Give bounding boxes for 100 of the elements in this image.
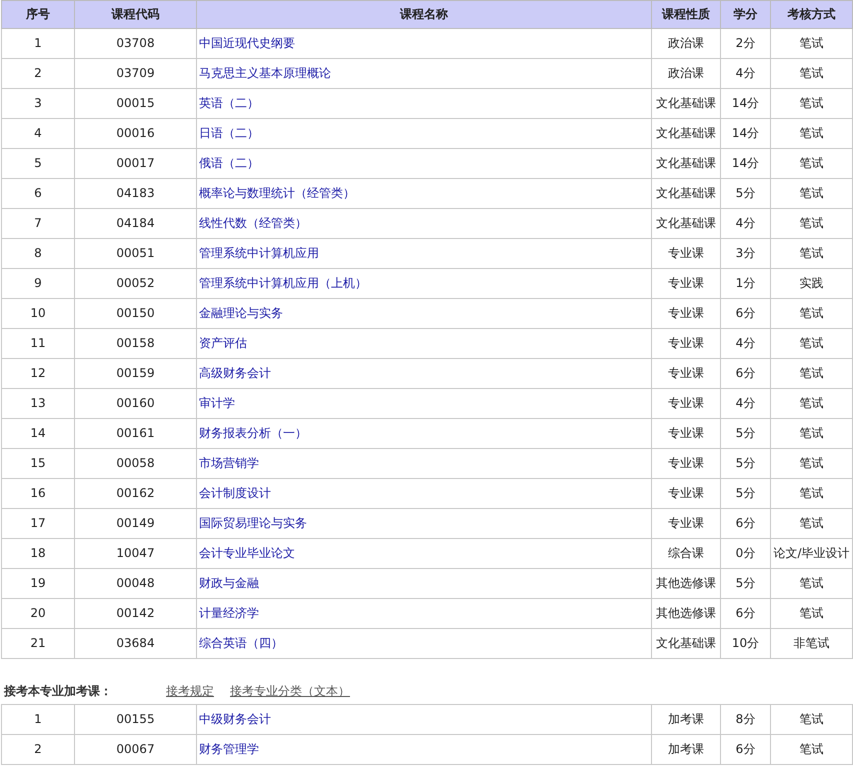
table-cell: 其他选修课	[652, 568, 720, 598]
table-cell: 14	[2, 418, 74, 448]
table-cell: 10	[2, 298, 74, 328]
table-cell: 20	[2, 598, 74, 628]
course-link[interactable]: 国际贸易理论与实务	[199, 516, 307, 530]
table-cell: 1分	[720, 268, 770, 298]
table-cell: 加考课	[652, 704, 720, 734]
table-cell: 6分	[720, 358, 770, 388]
course-link[interactable]: 中级财务会计	[199, 712, 271, 726]
course-link[interactable]: 线性代数（经管类）	[199, 216, 307, 230]
text-link[interactable]: 接考专业分类（文本）	[230, 683, 350, 700]
table-cell: 笔试	[770, 358, 852, 388]
course-link[interactable]: 财政与金融	[199, 576, 259, 590]
table-cell: 文化基础课	[652, 628, 720, 658]
course-link[interactable]: 市场营销学	[199, 456, 259, 470]
course-link[interactable]: 管理系统中计算机应用（上机）	[199, 276, 367, 290]
table-cell: 笔试	[770, 704, 852, 734]
table-cell: 04183	[74, 178, 196, 208]
table-cell: 文化基础课	[652, 208, 720, 238]
table-cell: 6分	[720, 734, 770, 764]
course-link[interactable]: 金融理论与实务	[199, 306, 283, 320]
course-link[interactable]: 概率论与数理统计（经管类）	[199, 186, 355, 200]
table-cell: 19	[2, 568, 74, 598]
course-link[interactable]: 财务报表分析（一）	[199, 426, 307, 440]
table-cell: 11	[2, 328, 74, 358]
course-link[interactable]: 马克思主义基本原理概论	[199, 66, 331, 80]
table-cell: 笔试	[770, 118, 852, 148]
table-cell: 专业课	[652, 298, 720, 328]
table-cell: 00160	[74, 388, 196, 418]
table-cell: 笔试	[770, 238, 852, 268]
table-cell: 专业课	[652, 388, 720, 418]
table-cell: 04184	[74, 208, 196, 238]
table-cell: 2	[2, 58, 74, 88]
course-link[interactable]: 财务管理学	[199, 742, 259, 756]
table-cell: 00162	[74, 478, 196, 508]
table-cell: 笔试	[770, 88, 852, 118]
table-cell: 00052	[74, 268, 196, 298]
table-cell: 专业课	[652, 508, 720, 538]
table-cell: 5分	[720, 178, 770, 208]
table-cell: 00159	[74, 358, 196, 388]
table-cell: 专业课	[652, 328, 720, 358]
table-cell: 00155	[74, 704, 196, 734]
table-cell: 03709	[74, 58, 196, 88]
table-cell: 文化基础课	[652, 88, 720, 118]
course-link[interactable]: 综合英语（四）	[199, 636, 283, 650]
course-link[interactable]: 会计专业毕业论文	[199, 546, 295, 560]
table-cell: 18	[2, 538, 74, 568]
table-cell: 00051	[74, 238, 196, 268]
table-cell: 2	[2, 734, 74, 764]
table-cell: 6	[2, 178, 74, 208]
course-link[interactable]: 高级财务会计	[199, 366, 271, 380]
table-cell: 1	[2, 704, 74, 734]
table-cell: 8分	[720, 704, 770, 734]
column-header: 课程代码	[74, 0, 196, 28]
table-cell: 文化基础课	[652, 118, 720, 148]
course-link[interactable]: 计量经济学	[199, 606, 259, 620]
course-link[interactable]: 会计制度设计	[199, 486, 271, 500]
course-link[interactable]: 中国近现代史纲要	[199, 36, 295, 50]
table-cell: 专业课	[652, 418, 720, 448]
table-cell: 00158	[74, 328, 196, 358]
table-cell: 4分	[720, 388, 770, 418]
table-cell: 3	[2, 88, 74, 118]
course-link[interactable]: 管理系统中计算机应用	[199, 246, 319, 260]
table-cell: 4分	[720, 208, 770, 238]
table-cell: 笔试	[770, 508, 852, 538]
course-link[interactable]: 资产评估	[199, 336, 247, 350]
course-link[interactable]: 英语（二）	[199, 96, 259, 110]
table-cell: 文化基础课	[652, 148, 720, 178]
table-cell: 笔试	[770, 298, 852, 328]
table-cell: 21	[2, 628, 74, 658]
table-cell: 笔试	[770, 568, 852, 598]
column-header: 课程性质	[652, 0, 720, 28]
table-cell: 论文/毕业设计	[770, 538, 852, 568]
table-cell: 00016	[74, 118, 196, 148]
table-cell: 政治课	[652, 58, 720, 88]
table-cell: 00161	[74, 418, 196, 448]
table-cell: 00048	[74, 568, 196, 598]
section-title: 接考本专业加考课：	[4, 683, 112, 700]
table-cell: 笔试	[770, 418, 852, 448]
column-header: 学分	[720, 0, 770, 28]
table-cell: 其他选修课	[652, 598, 720, 628]
table-cell: 笔试	[770, 208, 852, 238]
table-cell: 4分	[720, 58, 770, 88]
table-cell: 笔试	[770, 734, 852, 764]
table-cell: 笔试	[770, 148, 852, 178]
table-cell: 5分	[720, 568, 770, 598]
column-header: 课程名称	[196, 0, 652, 28]
table-cell: 14分	[720, 118, 770, 148]
course-link[interactable]: 审计学	[199, 396, 235, 410]
course-link[interactable]: 日语（二）	[199, 126, 259, 140]
table-cell: 14分	[720, 88, 770, 118]
table-cell: 00142	[74, 598, 196, 628]
text-link[interactable]: 接考规定	[166, 683, 214, 700]
table-cell: 00058	[74, 448, 196, 478]
table-cell: 文化基础课	[652, 178, 720, 208]
table-cell: 17	[2, 508, 74, 538]
table-cell: 笔试	[770, 28, 852, 58]
table-cell: 7	[2, 208, 74, 238]
course-link[interactable]: 俄语（二）	[199, 156, 259, 170]
table-cell: 1	[2, 28, 74, 58]
